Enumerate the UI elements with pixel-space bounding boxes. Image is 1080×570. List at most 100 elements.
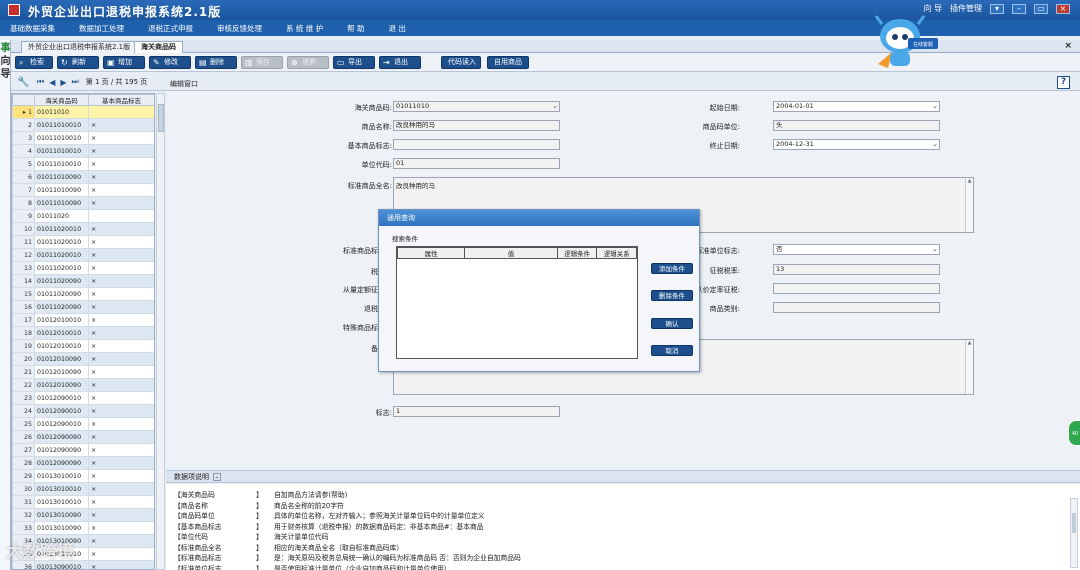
cell-hs-code[interactable]: 01011010010 [34, 118, 89, 132]
ad-valorem-field[interactable] [773, 283, 940, 294]
grid-scroll-thumb[interactable] [158, 104, 164, 132]
name-field[interactable]: 改良种用的马 [393, 120, 560, 131]
tax-rate-field[interactable]: 13 [773, 264, 940, 275]
cell-basic-flag[interactable]: × [88, 235, 154, 249]
next-page-icon[interactable]: ▶ [60, 78, 66, 87]
cell-hs-code[interactable]: 01011020010 [34, 235, 89, 249]
cell-basic-flag[interactable]: × [88, 196, 154, 210]
cell-basic-flag[interactable]: × [88, 508, 154, 522]
menu-item-help[interactable]: 帮 助 [347, 23, 364, 34]
cell-hs-code[interactable]: 01011010 [34, 105, 89, 119]
row-number[interactable]: 16 [12, 300, 35, 314]
code-import-button[interactable]: 代码读入 [441, 56, 481, 69]
menu-down-icon[interactable]: ▾ [990, 3, 1004, 14]
unit-field[interactable]: 头 [773, 120, 940, 131]
cell-hs-code[interactable]: 01013010090 [34, 508, 89, 522]
cell-hs-code[interactable]: 01012090010 [34, 404, 89, 418]
table-row[interactable]: 29 01013010010 × [12, 469, 154, 483]
add-button[interactable]: ▣ 增加 [103, 56, 145, 69]
cell-basic-flag[interactable]: × [88, 443, 154, 457]
close-icon[interactable]: × [1056, 3, 1070, 14]
remark-scrollbar[interactable]: ▲ [965, 340, 973, 394]
mark-field[interactable]: 1 [393, 406, 560, 417]
cell-basic-flag[interactable]: × [88, 391, 154, 405]
row-number[interactable]: 8 [12, 196, 35, 210]
cell-hs-code[interactable]: 01012010010 [34, 313, 89, 327]
cell-basic-flag[interactable]: × [88, 547, 154, 561]
search-button[interactable]: ⌕ 检索 [15, 56, 53, 69]
strip-char-3[interactable]: 导 [0, 68, 11, 81]
cell-hs-code[interactable]: 01011010010 [34, 131, 89, 145]
cell-basic-flag[interactable]: × [88, 261, 154, 275]
cell-basic-flag[interactable]: × [88, 300, 154, 314]
cell-basic-flag[interactable]: × [88, 482, 154, 496]
row-number[interactable]: 28 [12, 456, 35, 470]
table-row[interactable]: 24 01012090010 × [12, 404, 154, 418]
row-number[interactable]: 10 [12, 222, 35, 236]
cell-basic-flag[interactable]: × [88, 144, 154, 158]
cell-basic-flag[interactable] [88, 209, 154, 223]
cell-basic-flag[interactable]: × [88, 352, 154, 366]
cell-basic-flag[interactable]: × [88, 495, 154, 509]
table-row[interactable]: 19 01012010010 × [12, 339, 154, 353]
cell-hs-code[interactable]: 01012010010 [34, 339, 89, 353]
row-number[interactable]: 2 [12, 118, 35, 132]
column-header-basic-flag[interactable]: 基本商品标志 [88, 94, 154, 106]
last-page-icon[interactable]: ⏭ [72, 77, 79, 87]
cell-basic-flag[interactable]: × [88, 170, 154, 184]
row-number[interactable]: 33 [12, 521, 35, 535]
full-name-scrollbar[interactable]: ▲ [965, 178, 973, 232]
row-number[interactable]: 19 [12, 339, 35, 353]
cell-hs-code[interactable]: 01012090010 [34, 391, 89, 405]
table-row[interactable]: 31 01013010010 × [12, 495, 154, 509]
cell-hs-code[interactable]: 01012090090 [34, 430, 89, 444]
table-row[interactable]: 9 01011020 [12, 209, 154, 223]
wrench-icon[interactable]: 🔧 [17, 77, 29, 88]
exit-button[interactable]: ⇥ 退出 [379, 56, 421, 69]
cell-basic-flag[interactable]: × [88, 456, 154, 470]
menu-item-audit-feedback[interactable]: 审核反馈处理 [217, 23, 262, 34]
cell-hs-code[interactable]: 01011020010 [34, 222, 89, 236]
table-row[interactable]: 26 01012090090 × [12, 430, 154, 444]
cell-basic-flag[interactable]: × [88, 248, 154, 262]
cell-basic-flag[interactable]: × [88, 157, 154, 171]
cell-hs-code[interactable]: 01012090090 [34, 456, 89, 470]
row-number[interactable]: 14 [12, 274, 35, 288]
cell-hs-code[interactable]: 01011010090 [34, 196, 89, 210]
table-row[interactable]: 30 01013010010 × [12, 482, 154, 496]
prev-page-icon[interactable]: ◀ [49, 78, 55, 87]
cell-basic-flag[interactable]: × [88, 287, 154, 301]
cell-basic-flag[interactable]: × [88, 417, 154, 431]
table-row[interactable]: 15 01011020090 × [12, 287, 154, 301]
table-row[interactable]: 27 01012090090 × [12, 443, 154, 457]
robot-mascot-icon[interactable]: 在线客服 [870, 12, 940, 74]
strip-char-2[interactable]: 向 [0, 55, 11, 68]
tab-hs-code[interactable]: 海关商品码 [134, 41, 183, 53]
start-date-select[interactable]: 2004-01-01 ⌄ [773, 101, 940, 112]
row-number[interactable]: 23 [12, 391, 35, 405]
minimize-icon[interactable]: – [1012, 3, 1026, 14]
table-row[interactable]: 4 01011010010 × [12, 144, 154, 158]
table-row[interactable]: 8 01011010090 × [12, 196, 154, 210]
info-scrollbar[interactable] [1070, 498, 1078, 568]
table-row[interactable]: 21 01012010090 × [12, 365, 154, 379]
dialog-cancel-button[interactable]: 取消 [651, 345, 693, 356]
table-row[interactable]: 7 01011010090 × [12, 183, 154, 197]
row-number[interactable]: 7 [12, 183, 35, 197]
menu-item-exit[interactable]: 退 出 [389, 23, 406, 34]
basic-flag-field[interactable] [393, 139, 560, 150]
table-row[interactable]: 10 01011020010 × [12, 222, 154, 236]
cell-hs-code[interactable]: 01012090010 [34, 417, 89, 431]
cell-basic-flag[interactable]: × [88, 183, 154, 197]
confirm-button[interactable]: 确认 [651, 318, 693, 329]
cell-basic-flag[interactable] [88, 105, 154, 119]
tab-home[interactable]: 外贸企业出口退税申报系统2.1版 [21, 41, 138, 53]
condition-table[interactable]: 属性 值 逻辑条件 逻辑关系 [396, 246, 638, 359]
help-icon[interactable]: ? [1057, 76, 1070, 89]
edit-button[interactable]: ✎ 修改 [149, 56, 191, 69]
row-number[interactable]: 24 [12, 404, 35, 418]
refresh-button[interactable]: ↻ 刷新 [57, 56, 99, 69]
row-number[interactable]: 18 [12, 326, 35, 340]
row-number[interactable]: 13 [12, 261, 35, 275]
cell-basic-flag[interactable]: × [88, 274, 154, 288]
